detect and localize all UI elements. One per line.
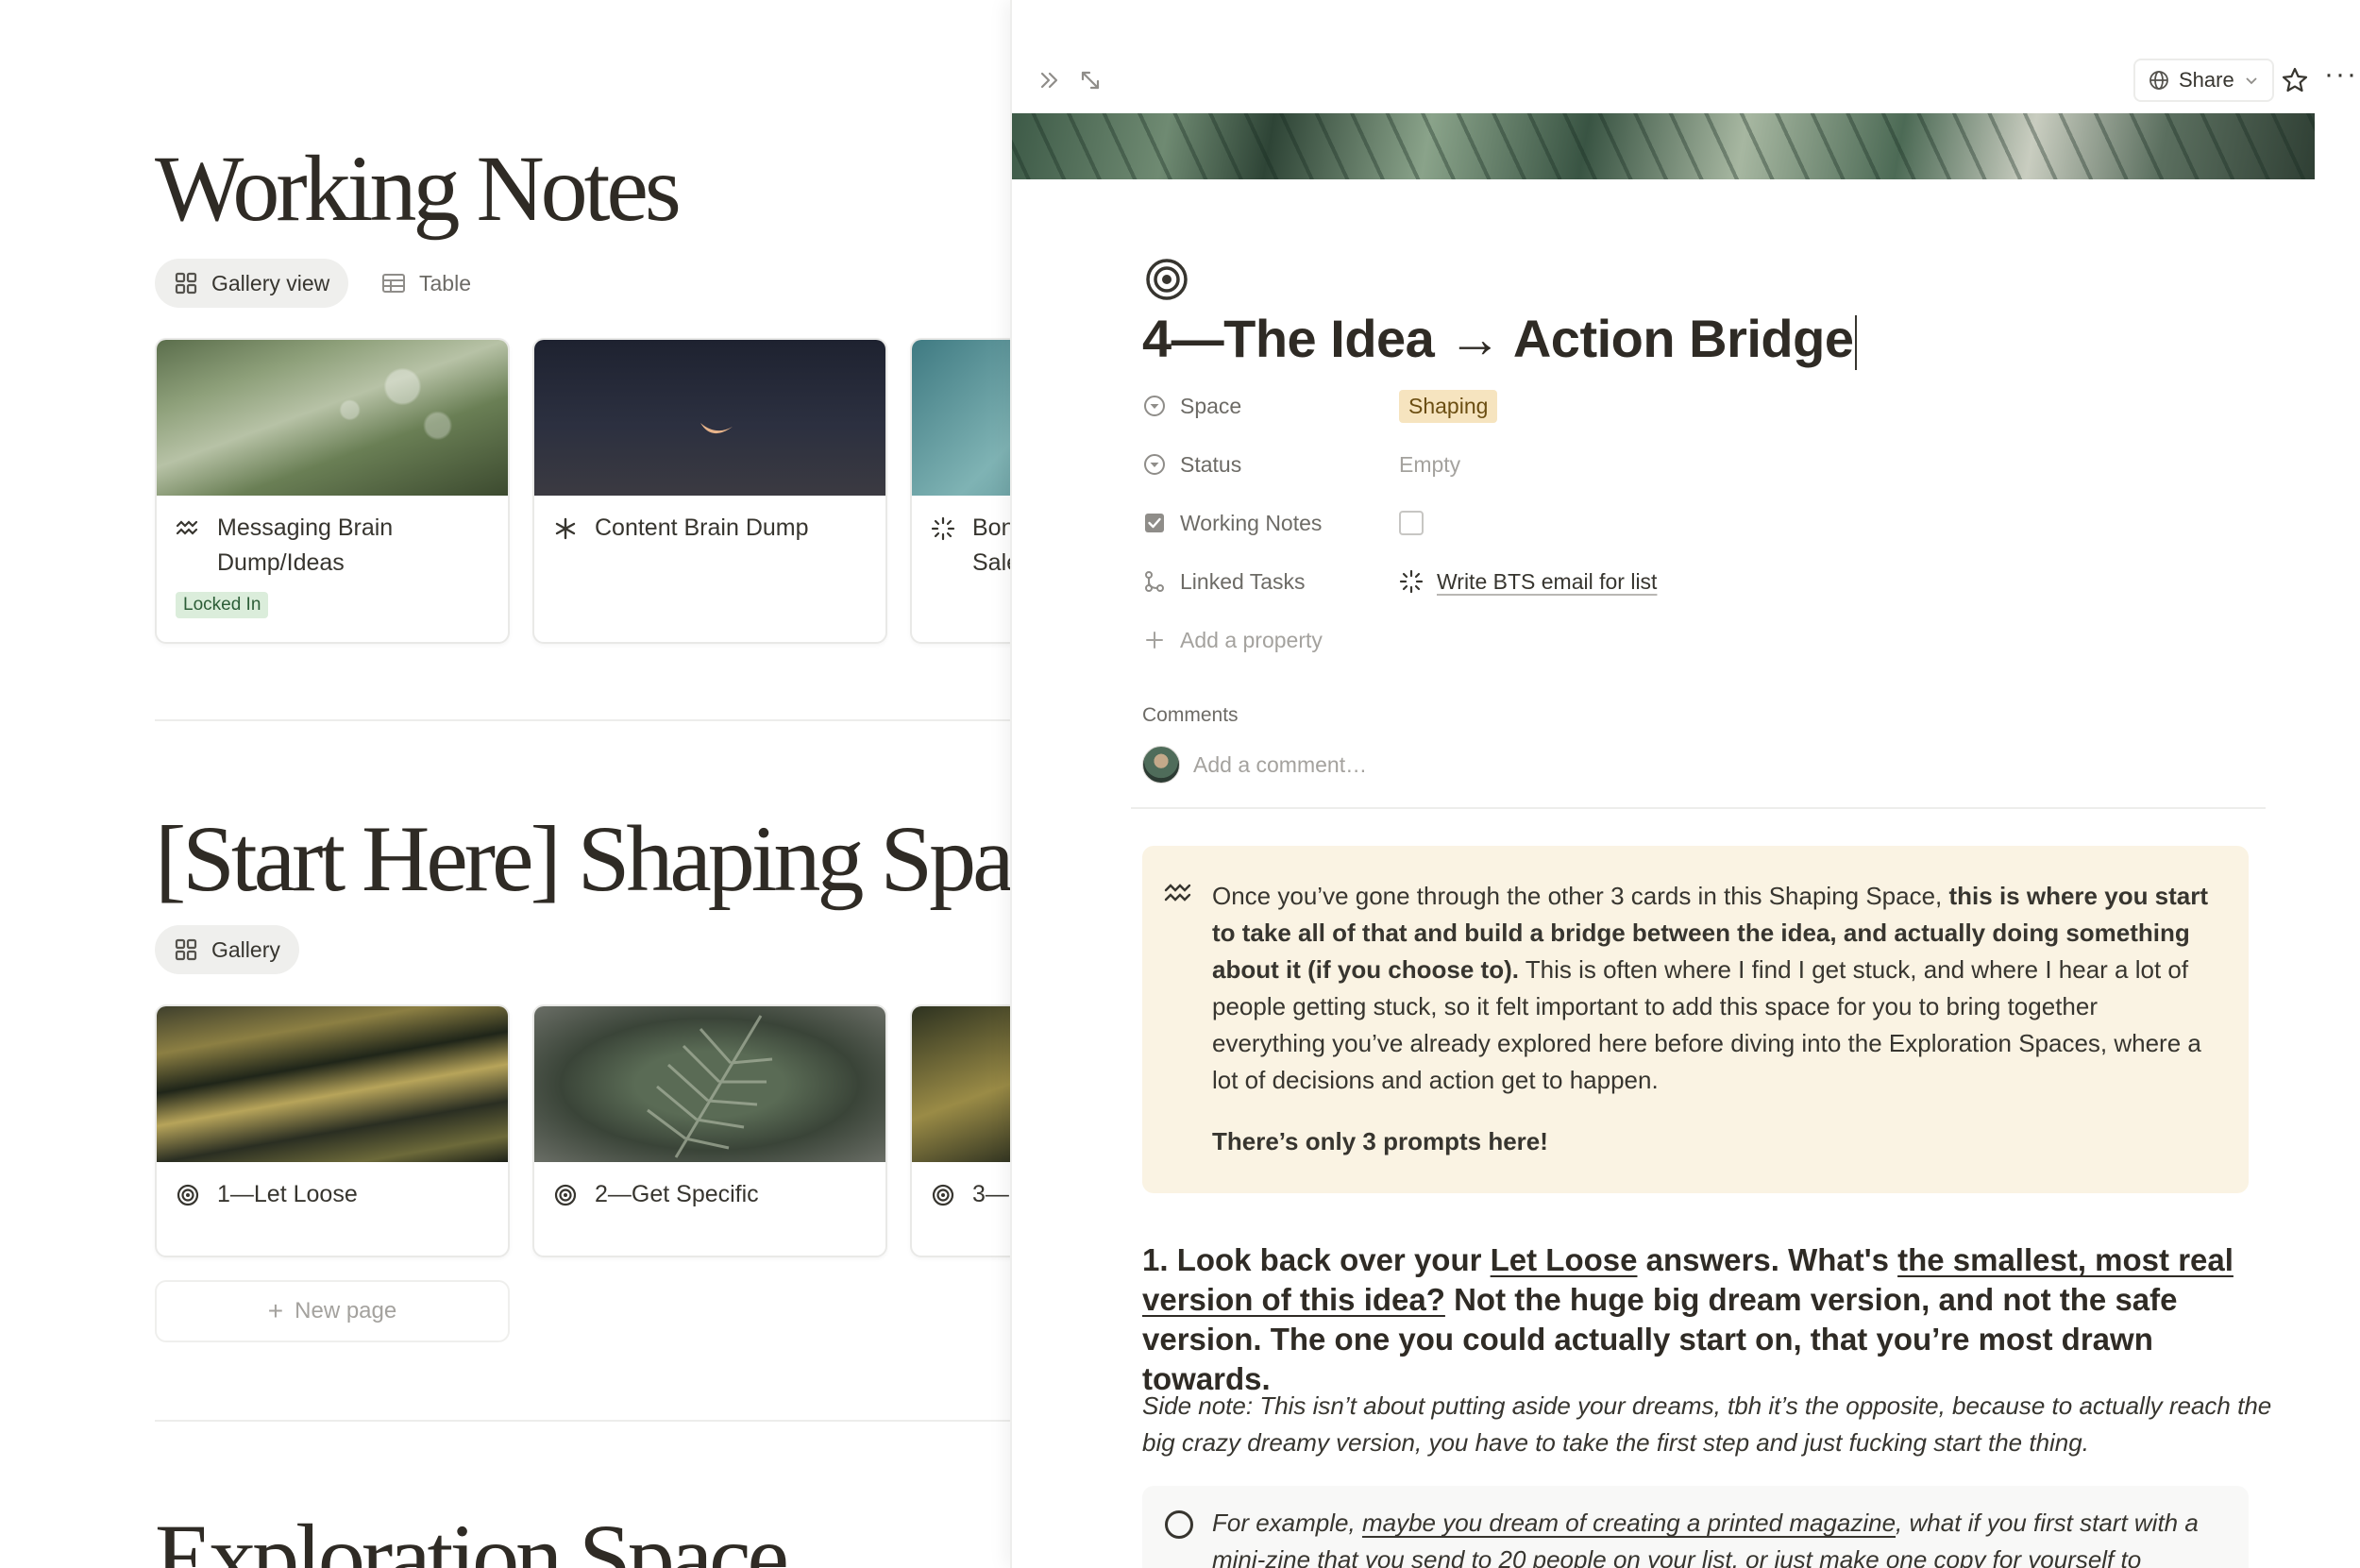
tab-label: Gallery	[211, 936, 280, 962]
status-badge: Locked In	[176, 592, 269, 618]
gallery-card-content-brain-dump[interactable]: Content Brain Dump	[532, 338, 887, 644]
tab-label: Table	[419, 270, 471, 295]
tab-label: Gallery view	[211, 270, 330, 295]
chevron-down-icon	[2246, 77, 2257, 85]
card-title-line: Messaging Brain	[217, 514, 394, 541]
example-block[interactable]: For example, maybe you dream of creating…	[1142, 1486, 2249, 1568]
globe-icon	[2149, 71, 2168, 90]
example-text: For example, maybe you dream of creating…	[1212, 1509, 2199, 1568]
share-button[interactable]: Share	[2133, 59, 2274, 102]
gallery-card-messaging-brain-dump[interactable]: Messaging Brain Dump/Ideas Locked In	[155, 338, 510, 644]
gallery-card-get-specific[interactable]: 2—Get Specific	[532, 1004, 887, 1257]
card-title-line: 2—Get Specific	[595, 1181, 759, 1207]
working-notes-checkbox[interactable]	[1399, 511, 1424, 535]
linked-task-label: Write BTS email for list	[1437, 568, 1658, 594]
gallery-card-bonus-sale[interactable]: Bon Sale	[910, 338, 1010, 644]
gallery-icon	[174, 937, 198, 962]
close-peek-icon[interactable]	[1037, 66, 1065, 94]
property-row-working-notes[interactable]: Working Notes	[1142, 502, 2275, 544]
card-title-line: Bon	[972, 514, 1010, 541]
gallery-card-let-loose[interactable]: 1—Let Loose	[155, 1004, 510, 1257]
property-row-space[interactable]: Space Shaping	[1142, 385, 2275, 427]
linked-task[interactable]: Write BTS email for list	[1399, 569, 1657, 595]
property-label: Working Notes	[1180, 510, 1323, 535]
target-icon	[553, 1183, 578, 1207]
plus-icon	[1142, 628, 1167, 652]
fern-leaf-icon	[647, 1015, 773, 1158]
checkbox-icon	[1142, 511, 1167, 535]
add-property-label: Add a property	[1180, 627, 1323, 652]
target-icon[interactable]	[1144, 257, 1189, 302]
side-peek-panel: Share ··· 4—The Idea → Action Bridge Spa…	[1010, 0, 2360, 1568]
section-title-working-notes: Working Notes	[155, 136, 682, 241]
side-note-text: Side note: This isn’t about putting asid…	[1142, 1391, 2272, 1457]
example-link[interactable]: maybe you dream of creating a printed ma…	[1362, 1509, 1896, 1537]
add-property-button[interactable]: Add a property	[1142, 619, 2275, 661]
loader-icon	[1399, 569, 1424, 594]
section-divider	[155, 719, 1010, 721]
card-cover-image	[534, 1006, 885, 1162]
comments-divider	[1131, 807, 2266, 809]
more-options-icon[interactable]: ···	[2324, 60, 2356, 94]
property-row-linked-tasks[interactable]: Linked Tasks Write BTS email for list	[1142, 561, 2275, 602]
prompt-heading: 1. Look back over your Let Loose answers…	[1142, 1242, 2234, 1396]
card-cover-image	[157, 1006, 508, 1162]
database-page: Working Notes Gallery view Table Messagi…	[0, 0, 1010, 1568]
comment-placeholder: Add a comment…	[1193, 751, 1368, 777]
callout-strong-line: There’s only 3 prompts here!	[1212, 1127, 1548, 1155]
property-label: Linked Tasks	[1180, 568, 1306, 594]
tab-gallery-view[interactable]: Gallery view	[155, 259, 349, 308]
card-cover-image	[534, 340, 885, 496]
page-cover-image[interactable]	[1012, 113, 2315, 179]
card-title-line: 3—E	[972, 1181, 1010, 1207]
card-title-line: Sale	[972, 549, 1010, 576]
avatar	[1142, 746, 1180, 784]
waves-icon	[1163, 880, 1195, 908]
select-icon	[1142, 394, 1167, 418]
crescent-moon-icon	[700, 423, 733, 434]
new-page-button[interactable]: + New page	[155, 1280, 510, 1342]
expand-icon[interactable]	[1076, 66, 1104, 94]
favorite-star-icon[interactable]	[2281, 66, 2309, 94]
target-icon	[931, 1183, 955, 1207]
card-cover-image	[912, 1006, 1010, 1162]
share-label: Share	[2179, 68, 2234, 92]
card-title-line: Dump/Ideas	[217, 549, 345, 576]
text-caret	[1855, 315, 1858, 371]
page-title[interactable]: 4—The Idea → Action Bridge	[1142, 308, 1858, 371]
target-icon	[176, 1183, 200, 1207]
plus-icon: +	[267, 1296, 284, 1325]
comments-heading: Comments	[1142, 704, 1239, 726]
card-title-line: Content Brain Dump	[595, 514, 809, 541]
section-title-exploration-space: Exploration Space	[155, 1505, 789, 1568]
card-cover-image	[912, 340, 1010, 496]
status-icon	[1142, 452, 1167, 477]
section-divider	[155, 1420, 1010, 1422]
page-title-text: 4—The Idea → Action Bridge	[1142, 309, 1854, 368]
table-icon	[381, 271, 406, 295]
loader-icon	[931, 516, 955, 541]
let-loose-link[interactable]: Let Loose	[1491, 1242, 1638, 1277]
tab-table[interactable]: Table	[362, 259, 490, 308]
card-cover-image	[157, 340, 508, 496]
callout-block[interactable]: Once you’ve gone through the other 3 car…	[1142, 846, 2249, 1193]
relation-icon	[1142, 569, 1167, 594]
callout-text: Once you’ve gone through the other 3 car…	[1212, 882, 2209, 1094]
tab-gallery[interactable]: Gallery	[155, 925, 299, 974]
circle-icon	[1165, 1510, 1193, 1539]
card-title-line: 1—Let Loose	[217, 1181, 358, 1207]
gallery-card-third[interactable]: 3—E	[910, 1004, 1010, 1257]
asterisk-icon	[553, 516, 578, 541]
space-tag[interactable]: Shaping	[1399, 389, 1498, 423]
section-title-shaping-space: [Start Here] Shaping Space	[155, 806, 1010, 911]
property-row-status[interactable]: Status Empty	[1142, 444, 2275, 485]
gallery-icon	[174, 271, 198, 295]
property-label: Status	[1180, 451, 1242, 477]
status-value[interactable]: Empty	[1399, 452, 1460, 478]
comment-input[interactable]: Add a comment…	[1142, 746, 1367, 784]
waves-icon	[176, 516, 200, 541]
property-label: Space	[1180, 393, 1242, 418]
new-page-label: New page	[295, 1298, 397, 1324]
